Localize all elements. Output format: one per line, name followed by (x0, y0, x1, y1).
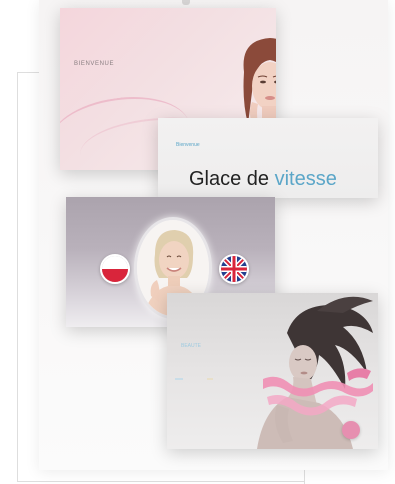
card-title: Glace de vitesse (189, 168, 337, 191)
flag-poland-graphic (102, 256, 128, 282)
title-accent-text: vitesse (274, 168, 337, 190)
beauty-screen-card: BEAUTE (167, 293, 378, 449)
speed-ice-card: Bienvenue Glace de vitesse (158, 118, 378, 198)
showcase-page: BIENVENUE Bienvenue Glace de vitesse BEA… (0, 0, 395, 484)
pink-action-button[interactable] (342, 421, 360, 439)
card-small-label: Bienvenue (176, 142, 200, 148)
flag-uk-graphic (221, 256, 247, 282)
frame-line (17, 72, 18, 482)
welcome-label: BIENVENUE (74, 61, 115, 67)
flag-uk-icon[interactable] (219, 254, 249, 284)
title-main-text: Glace de (189, 168, 275, 190)
decorative-mark (182, 0, 190, 5)
flag-poland-icon[interactable] (100, 254, 130, 284)
frame-line (17, 72, 39, 73)
frame-line (17, 481, 305, 482)
